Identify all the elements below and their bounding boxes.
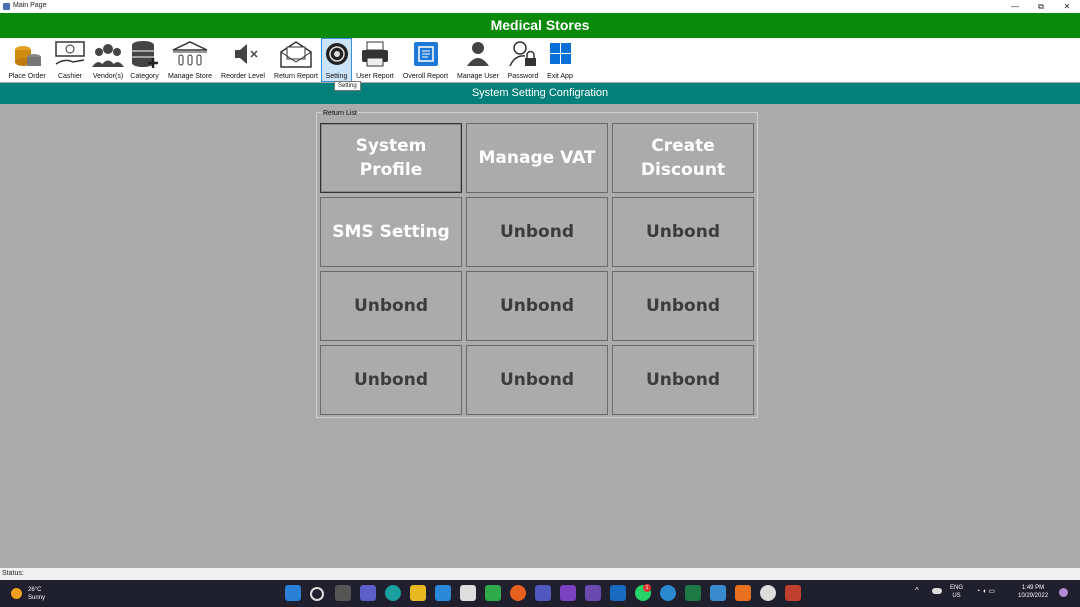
app-header: Medical Stores	[0, 13, 1080, 38]
cash-hand-icon	[55, 41, 85, 65]
clock-time: 1:49 PM	[1021, 585, 1045, 591]
unbond-button[interactable]: Unbond	[466, 197, 608, 267]
media-player-icon[interactable]	[760, 585, 776, 601]
section-title: System Setting Configration	[0, 83, 1080, 104]
toolbar-setting-button[interactable]: Setting	[321, 38, 352, 82]
language-region: US	[952, 593, 961, 599]
language-lang: ENG	[950, 585, 964, 591]
toolbar-user-report-button[interactable]: User Report	[353, 39, 397, 81]
window-title: Main Page	[13, 2, 47, 9]
mail-open-icon	[280, 41, 312, 68]
system-profile-button[interactable]: System Profile	[320, 123, 462, 193]
toolbar-manage-user-button[interactable]: Manage User	[454, 39, 502, 81]
unbond-button[interactable]: Unbond	[612, 271, 754, 341]
medical-store-app-icon[interactable]	[785, 585, 801, 601]
restore-button[interactable]: ⧉	[1028, 0, 1054, 13]
toolbar-return-report-button[interactable]: Return Report	[270, 39, 322, 81]
sublime-icon[interactable]	[735, 585, 751, 601]
visual-studio-2-icon[interactable]	[585, 585, 601, 601]
toolbar-label: Exit App	[547, 73, 573, 80]
firefox-icon[interactable]	[510, 585, 526, 601]
setting-tooltip: Setting	[334, 81, 361, 91]
unbond-button[interactable]: Unbond	[320, 345, 462, 415]
close-button[interactable]: ✕	[1054, 0, 1080, 13]
bank-building-icon	[172, 41, 208, 66]
unbond-button[interactable]: Unbond	[612, 197, 754, 267]
teams-icon[interactable]	[535, 585, 551, 601]
unbond-button[interactable]: Unbond	[320, 271, 462, 341]
status-bar: Status:	[0, 568, 1080, 580]
excel-icon[interactable]	[685, 585, 701, 601]
toolbar-label: Place Order	[8, 73, 46, 80]
toolbar-label: Category	[130, 73, 159, 80]
visual-studio-icon[interactable]	[560, 585, 576, 601]
sms-setting-button[interactable]: SMS Setting	[320, 197, 462, 267]
toolbar-label: Overoll Report	[402, 73, 449, 80]
onedrive-icon[interactable]	[932, 588, 942, 594]
toolbar-overoll-report-button[interactable]: Overoll Report	[399, 39, 452, 81]
clock-date: 10/29/2022	[1018, 593, 1049, 599]
database-add-icon	[131, 41, 158, 68]
clock[interactable]: 1:49 PM 10/29/2022	[1018, 584, 1048, 600]
vscode-icon[interactable]	[610, 585, 626, 601]
toolbar-manage-store-button[interactable]: Manage Store	[164, 39, 216, 81]
unbond-button[interactable]: Unbond	[466, 271, 608, 341]
main-toolbar: Place Order Cashier Vendor(s) Category M…	[0, 38, 1080, 82]
toolbar-password-button[interactable]: Password	[504, 39, 542, 81]
manage-vat-button[interactable]: Manage VAT	[466, 123, 608, 193]
toolbar-label: Vendor(s)	[92, 73, 124, 80]
toolbar-exit-app-button[interactable]: Exit App	[544, 39, 576, 81]
window-title-bar: Main Page — ⧉ ✕	[0, 0, 1080, 13]
browser-icon[interactable]	[660, 585, 676, 601]
file-explorer-icon[interactable]	[410, 585, 426, 601]
search-icon[interactable]	[310, 587, 324, 601]
sun-icon	[11, 588, 22, 599]
notifications-icon[interactable]	[1059, 588, 1068, 597]
toolbar-label: Manage Store	[168, 73, 212, 80]
app-icon	[3, 3, 10, 10]
network-volume-battery-icon[interactable]: ◔ ◖ ▭	[976, 588, 995, 596]
weather-condition: Sunny	[28, 595, 46, 601]
user-icon	[467, 42, 489, 66]
toolbar-label: Return Report	[274, 73, 318, 80]
chat-icon[interactable]	[360, 585, 376, 601]
start-icon[interactable]	[285, 585, 301, 601]
toolbar-label: Manage User	[456, 73, 500, 80]
toolbar-label: Setting	[325, 73, 348, 80]
toolbar-label: Cashier	[57, 73, 83, 80]
weather-temp: 26°C	[28, 587, 42, 593]
users-group-icon	[92, 44, 124, 67]
toolbar-cashier-button[interactable]: Cashier	[52, 39, 88, 81]
notepad-icon[interactable]	[710, 585, 726, 601]
gear-icon	[325, 43, 348, 65]
group-label: Return List	[322, 110, 358, 117]
edge-icon[interactable]	[385, 585, 401, 601]
create-discount-button[interactable]: Create Discount	[612, 123, 754, 193]
chevron-up-icon[interactable]: ^	[915, 587, 919, 595]
report-icon	[413, 42, 438, 66]
toolbar-category-button[interactable]: Category	[128, 39, 161, 81]
amazon-icon[interactable]	[460, 585, 476, 601]
toolbar-reorder-level-button[interactable]: Reorder Level	[218, 39, 268, 81]
unbond-button[interactable]: Unbond	[466, 345, 608, 415]
mail-icon[interactable]	[435, 585, 451, 601]
xbox-icon[interactable]	[485, 585, 501, 601]
minimize-button[interactable]: —	[1002, 0, 1028, 13]
toolbar-place-order-button[interactable]: Place Order	[4, 39, 50, 81]
task-view-icon[interactable]	[335, 585, 351, 601]
toolbar-label: Password	[507, 73, 539, 80]
toolbar-label: User Report	[356, 73, 394, 80]
unbond-button[interactable]: Unbond	[612, 345, 754, 415]
toolbar-vendors-button[interactable]: Vendor(s)	[90, 39, 126, 81]
user-lock-icon	[509, 41, 536, 67]
notification-badge: 1	[643, 584, 651, 592]
coins-database-icon	[15, 46, 41, 66]
speaker-mute-icon	[235, 44, 258, 64]
windows-logo-icon	[550, 43, 571, 64]
toolbar-label: Reorder Level	[221, 73, 265, 80]
printer-icon	[362, 41, 388, 67]
language-indicator[interactable]: ENG US	[950, 584, 963, 600]
